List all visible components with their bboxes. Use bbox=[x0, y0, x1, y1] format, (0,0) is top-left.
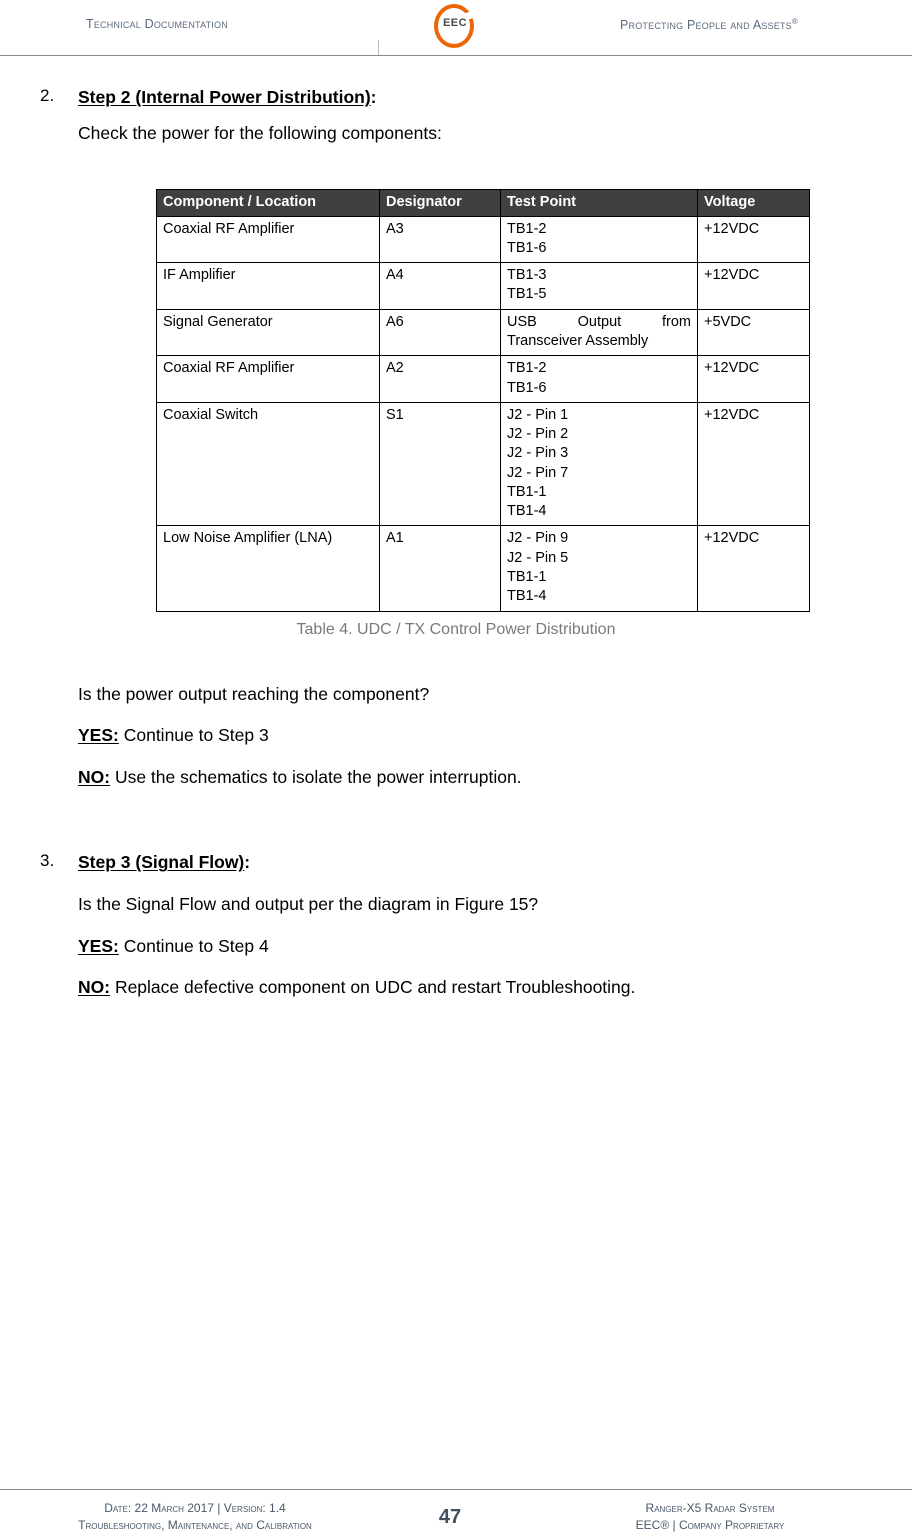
list-number-2: 2. bbox=[40, 86, 55, 105]
step3-yes-line: YES: Continue to Step 4 bbox=[0, 935, 912, 959]
step3-title-underlined: Step 3 (Signal Flow) bbox=[78, 852, 245, 873]
step3-title-colon: : bbox=[244, 852, 251, 873]
test-point-line: J2 - Pin 5 bbox=[507, 549, 569, 566]
cell-voltage: +5VDC bbox=[697, 308, 810, 357]
page-number: 47 bbox=[438, 1506, 462, 1528]
test-point-line: TB1-6 bbox=[507, 379, 547, 396]
table-row: IF Amplifier A4 TB1-3 TB1-5 +12VDC bbox=[156, 262, 810, 310]
step3-question: Is the Signal Flow and output per the di… bbox=[78, 894, 539, 915]
test-point-line: TB1-5 bbox=[507, 286, 547, 303]
footer-proprietary-notice: EEC® | Company Proprietary bbox=[635, 1518, 785, 1533]
cell-designator: S1 bbox=[379, 401, 501, 527]
table-row: Signal Generator A6 USB Output from Tran… bbox=[156, 308, 810, 357]
cell-test-point: J2 - Pin 9 J2 - Pin 5 TB1-1 TB1-4 bbox=[500, 525, 698, 612]
cell-test-point: TB1-2 TB1-6 bbox=[500, 355, 698, 403]
cell-component: IF Amplifier bbox=[156, 262, 380, 310]
footer-rule bbox=[0, 1489, 912, 1490]
test-point-line: TB1-4 bbox=[507, 503, 547, 520]
test-point-line: TB1-6 bbox=[507, 239, 547, 256]
page-footer: Date: 22 March 2017 | Version: 1.4 Troub… bbox=[0, 1478, 912, 1539]
step3-yes-text: Continue to Step 4 bbox=[118, 935, 269, 956]
step3-yes-label: YES: bbox=[78, 935, 119, 956]
table-header-row: Component / Location Designator Test Poi… bbox=[156, 189, 810, 217]
table-caption: Table 4. UDC / TX Control Power Distribu… bbox=[296, 620, 616, 638]
test-point-line: J2 - Pin 7 bbox=[507, 464, 569, 481]
page-header: Technical Documentation EEC Protecting P… bbox=[0, 0, 912, 56]
footer-right: Ranger-X5 Radar System EEC® | Company Pr… bbox=[520, 1500, 900, 1535]
cell-test-point: TB1-3 TB1-5 bbox=[500, 262, 698, 310]
step3-no-line: NO: Replace defective component on UDC a… bbox=[0, 976, 912, 1000]
cell-voltage: +12VDC bbox=[697, 262, 810, 310]
cell-designator: A3 bbox=[379, 215, 501, 264]
test-point-line: TB1-3 bbox=[507, 267, 547, 284]
eec-logo: EEC bbox=[429, 3, 481, 51]
page-content: 2. Step 2 (Internal Power Distribution):… bbox=[0, 56, 912, 1000]
step2-title-colon: : bbox=[370, 87, 377, 107]
step2-yes-label: YES: bbox=[78, 725, 119, 746]
test-point-line: TB1-2 bbox=[507, 360, 547, 377]
list-number-3: 3. bbox=[40, 851, 55, 871]
step2-intro: Check the power for the following compon… bbox=[78, 122, 442, 143]
table-row: Coaxial RF Amplifier A3 TB1-2 TB1-6 +12V… bbox=[156, 215, 810, 264]
cell-designator: A6 bbox=[379, 308, 501, 357]
cell-component: Signal Generator bbox=[156, 308, 380, 357]
step3-title: Step 3 (Signal Flow): bbox=[78, 851, 912, 875]
test-point-line: TB1-2 bbox=[507, 220, 547, 237]
col-header-designator: Designator bbox=[379, 189, 501, 217]
col-header-test-point: Test Point bbox=[500, 189, 698, 217]
step2-yes-line: YES: Continue to Step 3 bbox=[0, 724, 912, 748]
footer-date-version: Date: 22 March 2017 | Version: 1.4 bbox=[104, 1501, 286, 1515]
step2-no-text: Use the schematics to isolate the power … bbox=[110, 766, 522, 787]
test-point-line: TB1-4 bbox=[507, 588, 547, 605]
list-item-step2: 2. Step 2 (Internal Power Distribution): bbox=[0, 86, 912, 110]
table-row: Low Noise Amplifier (LNA) A1 J2 - Pin 9 … bbox=[156, 525, 810, 612]
cell-designator: A1 bbox=[379, 525, 501, 612]
test-point-line: TB1-1 bbox=[507, 483, 547, 500]
cell-component: Coaxial Switch bbox=[156, 401, 380, 527]
header-divider-tick bbox=[378, 40, 379, 55]
power-table-wrap: Component / Location Designator Test Poi… bbox=[0, 189, 912, 612]
step2-no-line: NO: Use the schematics to isolate the po… bbox=[0, 766, 912, 790]
header-left-text: Technical Documentation bbox=[86, 17, 228, 31]
power-distribution-table: Component / Location Designator Test Poi… bbox=[156, 189, 810, 612]
cell-voltage: +12VDC bbox=[697, 401, 810, 527]
cell-voltage: +12VDC bbox=[697, 355, 810, 403]
cell-test-point: TB1-2 TB1-6 bbox=[500, 215, 698, 264]
cell-voltage: +12VDC bbox=[697, 215, 810, 264]
cell-component: Coaxial RF Amplifier bbox=[156, 215, 380, 264]
footer-left: Date: 22 March 2017 | Version: 1.4 Troub… bbox=[0, 1500, 390, 1535]
step2-question: Is the power output reaching the compone… bbox=[78, 683, 430, 704]
test-point-line: Transceiver Assembly bbox=[507, 332, 649, 349]
col-header-component: Component / Location bbox=[156, 189, 380, 217]
footer-product-name: Ranger-X5 Radar System bbox=[645, 1501, 775, 1515]
test-point-line: USB Output from bbox=[507, 313, 691, 330]
test-point-line: J2 - Pin 2 bbox=[507, 426, 569, 443]
step2-yes-text: Continue to Step 3 bbox=[118, 725, 269, 746]
table-row: Coaxial Switch S1 J2 - Pin 1 J2 - Pin 2 … bbox=[156, 401, 810, 527]
step2-title: Step 2 (Internal Power Distribution): bbox=[78, 86, 912, 110]
cell-designator: A2 bbox=[379, 355, 501, 403]
cell-component: Coaxial RF Amplifier bbox=[156, 355, 380, 403]
cell-voltage: +12VDC bbox=[697, 525, 810, 612]
list-item-step3: 3. Step 3 (Signal Flow): bbox=[0, 851, 912, 875]
test-point-line: TB1-1 bbox=[507, 569, 547, 586]
cell-designator: A4 bbox=[379, 262, 501, 310]
step2-no-label: NO: bbox=[78, 766, 111, 787]
step3-no-label: NO: bbox=[78, 977, 111, 998]
footer-doc-subject: Troubleshooting, Maintenance, and Calibr… bbox=[78, 1518, 312, 1533]
header-right-label: Protecting People and Assets bbox=[620, 18, 792, 33]
table-row: Coaxial RF Amplifier A2 TB1-2 TB1-6 +12V… bbox=[156, 355, 810, 403]
test-point-line: J2 - Pin 1 bbox=[507, 406, 569, 423]
step3-no-text: Replace defective component on UDC and r… bbox=[110, 977, 636, 998]
cell-test-point: J2 - Pin 1 J2 - Pin 2 J2 - Pin 3 J2 - Pi… bbox=[500, 401, 698, 527]
header-right-text: Protecting People and Assets® bbox=[620, 17, 798, 32]
cell-test-point: USB Output from Transceiver Assembly bbox=[500, 308, 698, 357]
test-point-line: J2 - Pin 9 bbox=[507, 530, 569, 547]
cell-component: Low Noise Amplifier (LNA) bbox=[156, 525, 380, 612]
registered-mark: ® bbox=[791, 17, 798, 26]
col-header-voltage: Voltage bbox=[697, 189, 810, 217]
step2-title-underlined: Step 2 (Internal Power Distribution) bbox=[78, 87, 371, 107]
test-point-line: J2 - Pin 3 bbox=[507, 445, 569, 462]
logo-wordmark: EEC bbox=[442, 17, 468, 29]
